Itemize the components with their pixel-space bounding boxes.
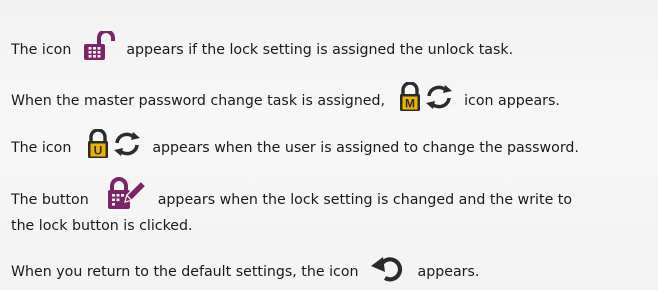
paragraph-write-lock-button: The button appears when the lock setting… [11, 177, 651, 236]
paragraph-text-after: appears if the lock setting is assigned … [126, 42, 514, 58]
paragraph-text-before: The icon [11, 42, 72, 58]
paragraph-text-before: When the master password change task is … [11, 93, 386, 109]
document-page: The icon appears if the lock setting is … [0, 0, 658, 290]
master-letter: M [405, 97, 415, 111]
paragraph-text-after: appears when the user is assigned to cha… [152, 140, 579, 156]
paragraph-text-before: When you return to the default settings,… [11, 264, 359, 280]
user-letter: U [93, 144, 102, 158]
paragraph-unlock: The icon appears if the lock setting is … [11, 31, 514, 65]
master-lock-refresh-icon: M [398, 82, 456, 112]
unlock-grid-icon [82, 31, 118, 61]
lock-edit-icon [107, 177, 146, 211]
paragraph-user-password: The icon U appears when the user is assi… [11, 129, 579, 163]
reset-arrow-icon [369, 255, 409, 283]
user-lock-refresh-icon: U [86, 129, 144, 159]
paragraph-text-before: The icon [11, 140, 72, 156]
paragraph-text-continued: the lock button is clicked. [11, 218, 193, 234]
paragraph-text-before: The button [11, 192, 89, 208]
paragraph-text-after: appears. [417, 264, 480, 280]
paragraph-default-settings: When you return to the default settings,… [11, 255, 480, 286]
paragraph-text-after: icon appears. [464, 93, 560, 109]
paragraph-master-password: When the master password change task is … [11, 82, 560, 116]
paragraph-text-after: appears when the lock setting is changed… [157, 192, 573, 208]
